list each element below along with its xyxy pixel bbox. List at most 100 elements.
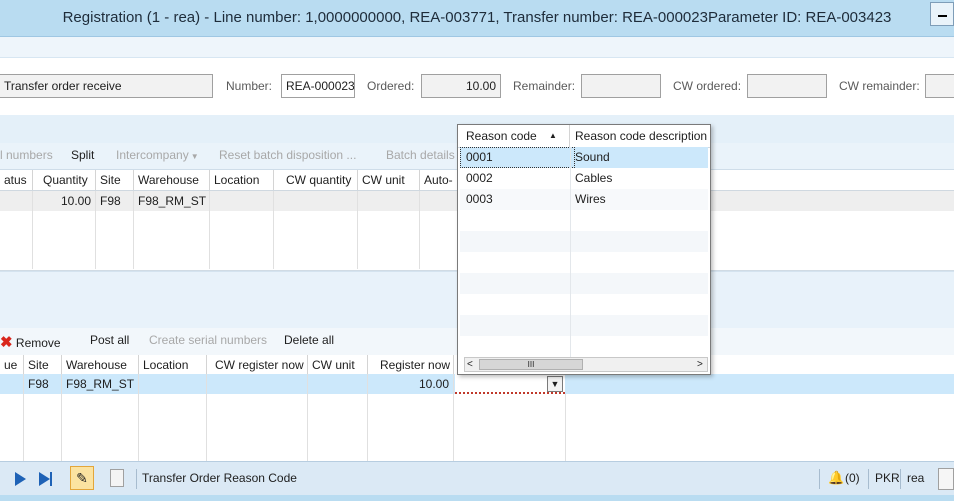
column-header-warehouse[interactable]: Warehouse — [62, 355, 139, 375]
window-title: Registration (1 - rea) - Line number: 1,… — [62, 9, 892, 26]
remainder-field[interactable] — [581, 74, 661, 98]
scroll-left-icon[interactable]: < — [467, 358, 473, 371]
grid-line — [357, 211, 358, 269]
reason-code-lookup: Reason code ▲ Reason code description 000… — [457, 124, 711, 375]
grid-line — [209, 211, 210, 269]
cell-value — [0, 374, 24, 394]
column-header-value[interactable]: ue — [0, 355, 24, 375]
reason-description-cell: Wires — [575, 192, 606, 206]
cell-warehouse: F98_RM_ST — [62, 374, 139, 394]
cell-location — [139, 374, 207, 394]
sort-ascending-icon: ▲ — [549, 131, 557, 140]
status-field[interactable] — [938, 468, 954, 490]
column-header-status[interactable]: atus — [0, 170, 33, 190]
post-all-button[interactable]: Post all — [90, 333, 129, 347]
minimize-button[interactable] — [930, 2, 954, 26]
number-label: Number: — [226, 79, 273, 93]
window-bottom-border — [0, 495, 954, 501]
cell-register-now: 10.00 — [368, 374, 454, 394]
column-header-reason-code[interactable]: Reason code ▲ — [458, 125, 570, 147]
cw-ordered-label: CW ordered: — [673, 79, 742, 93]
list-item[interactable]: 0001 Sound — [460, 147, 708, 168]
column-header-cw-unit[interactable]: CW unit — [308, 355, 368, 375]
separator — [900, 469, 901, 489]
reason-description-cell: Cables — [575, 171, 613, 185]
reason-code-cell: 0001 — [460, 147, 575, 168]
transaction-type-field[interactable]: Transfer order receive — [0, 74, 213, 98]
reason-description-cell: Sound — [575, 150, 610, 164]
currency-indicator[interactable]: PKR — [875, 471, 900, 485]
grid-line — [206, 394, 207, 461]
scroll-thumb[interactable]: III — [479, 359, 583, 370]
empty-rows — [460, 210, 708, 357]
create-serial-numbers-button[interactable]: Create serial numbers — [149, 333, 267, 347]
cell-quantity: 10.00 — [33, 191, 96, 211]
ribbon-band — [0, 37, 954, 57]
column-header-location[interactable]: Location — [139, 355, 207, 375]
reason-code-cell: 0002 — [466, 171, 493, 185]
status-bar: ✎ Transfer Order Reason Code 🔔 (0) PKR r… — [0, 461, 954, 496]
grid-line — [23, 394, 24, 461]
grid-line — [419, 211, 420, 269]
reason-code-header-label: Reason code — [466, 129, 537, 143]
split-button[interactable]: Split — [71, 148, 94, 162]
ordered-label: Ordered: — [367, 79, 415, 93]
cell-auto — [420, 191, 460, 211]
last-record-icon[interactable] — [39, 472, 53, 486]
list-item[interactable]: 0003 Wires — [460, 189, 708, 210]
column-header-cw-register-now[interactable]: CW register now — [207, 355, 308, 375]
cell-location — [210, 191, 274, 211]
serial-numbers-button[interactable]: l numbers — [0, 148, 53, 162]
separator — [868, 469, 869, 489]
header-panel: Transfer order receive Number: REA-00002… — [0, 57, 954, 116]
batch-details-button[interactable]: Batch details — [386, 148, 455, 162]
cell-cw-register-now — [207, 374, 308, 394]
remove-button[interactable]: ✖ Remove — [0, 333, 61, 351]
title-bar: Registration (1 - rea) - Line number: 1,… — [0, 0, 954, 37]
cw-ordered-field[interactable] — [747, 74, 827, 98]
column-header-site[interactable]: Site — [24, 355, 62, 375]
cell-cw-unit — [358, 191, 420, 211]
cell-site: F98 — [96, 191, 134, 211]
column-header-warehouse[interactable]: Warehouse — [134, 170, 210, 190]
reset-batch-disposition-button[interactable]: Reset batch disposition ... — [219, 148, 356, 162]
scroll-right-icon[interactable]: > — [697, 358, 703, 371]
column-header-register-now[interactable]: Register now — [368, 355, 454, 375]
column-header-cw-unit[interactable]: CW unit — [358, 170, 420, 190]
cell-cw-quantity — [274, 191, 358, 211]
grid-line — [133, 211, 134, 269]
edit-pencil-icon[interactable]: ✎ — [70, 466, 94, 490]
cell-status — [0, 191, 33, 211]
column-header-site[interactable]: Site — [96, 170, 134, 190]
bell-icon[interactable]: 🔔 — [828, 470, 844, 486]
grid-line — [453, 394, 454, 461]
column-header-reason-description[interactable]: Reason code description — [570, 125, 710, 147]
column-header-auto[interactable]: Auto- — [420, 170, 460, 190]
intercompany-button[interactable]: Intercompany ▼ — [116, 148, 199, 162]
separator — [819, 469, 820, 489]
ordered-field[interactable]: 10.00 — [421, 74, 501, 98]
number-field[interactable]: REA-000023 — [281, 74, 355, 98]
notification-count[interactable]: (0) — [845, 471, 860, 485]
grid-line — [32, 211, 33, 269]
next-record-icon[interactable] — [15, 472, 26, 486]
attachment-icon[interactable] — [110, 469, 124, 487]
remove-icon: ✖ — [0, 334, 13, 351]
reason-code-cell: 0003 — [466, 192, 493, 206]
delete-all-button[interactable]: Delete all — [284, 333, 334, 347]
separator — [136, 469, 137, 489]
horizontal-scrollbar[interactable]: < III > — [464, 357, 708, 372]
company-indicator[interactable]: rea — [907, 471, 924, 485]
lookup-rows: 0001 Sound 0002 Cables 0003 Wires — [460, 147, 708, 357]
reason-code-input[interactable]: ▼ — [455, 374, 565, 394]
grid-line — [570, 147, 571, 357]
table-row[interactable]: F98 F98_RM_ST 10.00 ▼ — [0, 374, 954, 394]
grid-line — [367, 394, 368, 461]
remove-label: Remove — [15, 336, 61, 350]
cw-remainder-field[interactable] — [925, 74, 954, 98]
column-header-location[interactable]: Location — [210, 170, 274, 190]
column-header-quantity[interactable]: Quantity — [33, 170, 96, 190]
chevron-down-icon[interactable]: ▼ — [547, 376, 563, 392]
column-header-cw-quantity[interactable]: CW quantity — [274, 170, 358, 190]
list-item[interactable]: 0002 Cables — [460, 168, 708, 190]
